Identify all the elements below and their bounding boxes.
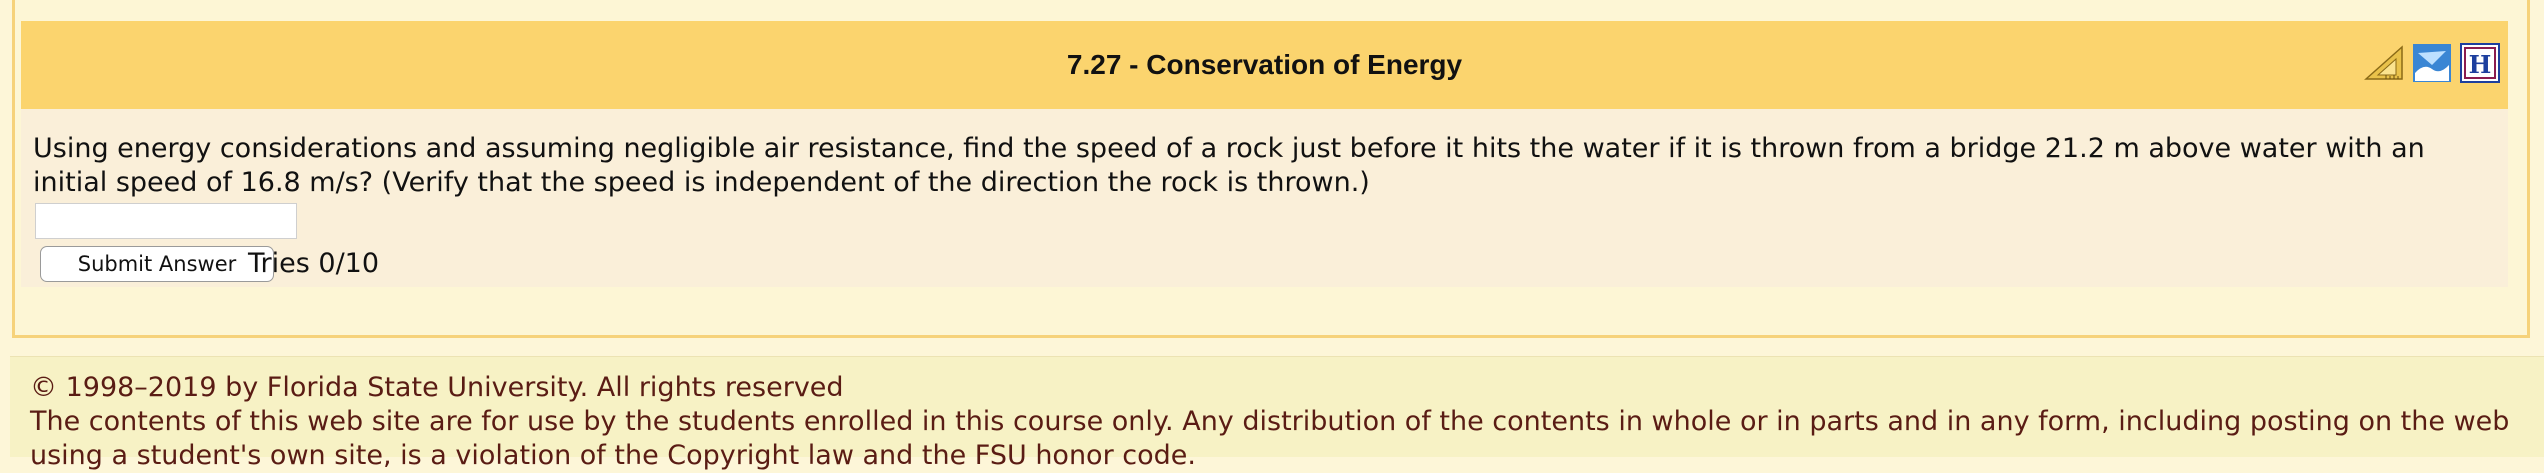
tries-counter: Tries 0/10: [248, 248, 380, 279]
help-icon[interactable]: H: [2460, 43, 2500, 83]
answer-input[interactable]: [35, 203, 297, 239]
copyright-text: © 1998–2019 by Florida State University.…: [30, 372, 844, 403]
header-tools: H: [2364, 43, 2500, 83]
footer: © 1998–2019 by Florida State University.…: [10, 356, 2544, 471]
copyright-notice: The contents of this web site are for us…: [30, 406, 2510, 471]
svg-text:H: H: [2469, 50, 2492, 79]
feedback-icon[interactable]: [2412, 43, 2452, 83]
footer-text: © 1998–2019 by Florida State University.…: [30, 371, 2530, 473]
submit-answer-button[interactable]: Submit Answer: [40, 246, 274, 282]
question-text: Using energy considerations and assuming…: [33, 133, 2425, 198]
problem-title: 7.27 - Conservation of Energy: [1066, 49, 1463, 80]
sketch-ruler-icon[interactable]: [2364, 43, 2404, 83]
problem-header: 7.27 - Conservation of Energy H: [21, 21, 2508, 109]
